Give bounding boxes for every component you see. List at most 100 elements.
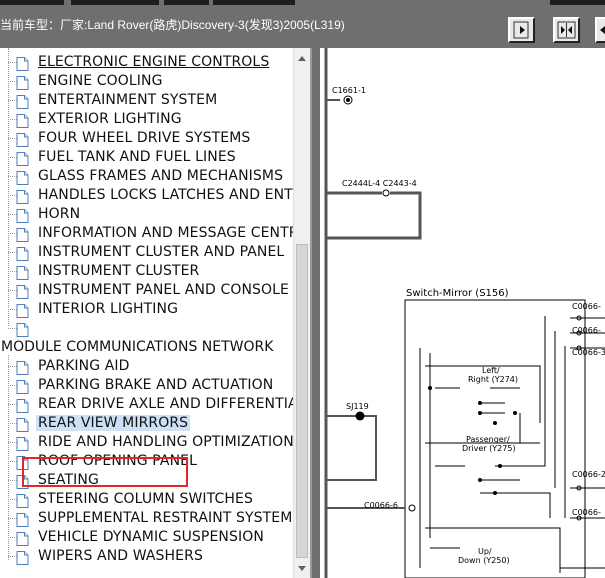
tree-item-label: HANDLES LOCKS LATCHES AND ENTRY — [38, 187, 293, 203]
tree-item-label: ELECTRONIC ENGINE CONTROLS — [38, 54, 270, 70]
expand-view-button[interactable] — [508, 17, 535, 43]
tree-item-label: INFORMATION AND MESSAGE CENTRE — [38, 225, 293, 241]
component-label: Down (Y250) — [458, 556, 510, 565]
tree-item[interactable]: ELECTRONIC ENGINE CONTROLS — [0, 53, 293, 72]
tree-item[interactable]: GLASS FRAMES AND MECHANISMS — [0, 167, 293, 186]
left-right-arrows-icon — [557, 21, 576, 39]
tree-item-label: PARKING BRAKE AND ACTUATION — [38, 377, 274, 393]
tree-item[interactable]: ENTERTAINMENT SYSTEM — [0, 91, 293, 110]
wiring-diagram-drawing — [324, 48, 605, 578]
tree-item[interactable]: HORN — [0, 205, 293, 224]
tree-item[interactable]: PARKING AID — [0, 357, 293, 376]
component-label: Passenger/ — [466, 435, 510, 444]
component-label: Switch-Mirror (S156) — [406, 288, 509, 299]
tree-item[interactable]: SUPPLEMENTAL RESTRAINT SYSTEM — [0, 509, 293, 528]
document-icon — [16, 94, 29, 109]
tree-item[interactable]: EXTERIOR LIGHTING — [0, 110, 293, 129]
collapse-view-button[interactable] — [595, 17, 605, 43]
tree-item-label: ENGINE COOLING — [38, 73, 163, 89]
tree-item-label: WIPERS AND WASHERS — [38, 548, 203, 564]
tree-item[interactable] — [0, 319, 293, 338]
tree-item[interactable]: INSTRUMENT CLUSTER AND PANEL — [0, 243, 293, 262]
document-icon — [16, 113, 29, 128]
tree-item-label: HORN — [38, 206, 81, 222]
chevron-up-icon — [298, 56, 306, 61]
document-icon — [16, 132, 29, 147]
document-icon — [16, 417, 29, 432]
document-icon — [16, 379, 29, 394]
tree-item-label: PARKING AID — [38, 358, 130, 374]
component-label: Driver (Y275) — [462, 444, 516, 453]
connector-label: C2444L-4 C2443-4 — [342, 179, 417, 188]
pane-splitter[interactable] — [310, 48, 320, 578]
tree-item[interactable]: RIDE AND HANDLING OPTIMIZATION — [0, 433, 293, 452]
tree-item[interactable]: INSTRUMENT CLUSTER — [0, 262, 293, 281]
selection-highlight-box — [22, 457, 188, 487]
tree-item[interactable]: VEHICLE DYNAMIC SUSPENSION — [0, 528, 293, 547]
tree-item[interactable]: WIPERS AND WASHERS — [0, 547, 293, 566]
component-label: Right (Y274) — [468, 375, 519, 384]
wiring-diagram[interactable]: C1661-1 C2444L-4 C2443-4 Switch-Mirror (… — [320, 48, 605, 578]
document-icon — [16, 512, 29, 527]
tree-item[interactable]: ENGINE COOLING — [0, 72, 293, 91]
tree-item-label: REAR DRIVE AXLE AND DIFFERENTIAL — [38, 396, 293, 412]
tree-group-label: MODULE COMMUNICATIONS NETWORK — [1, 339, 274, 355]
tree-item[interactable]: REAR VIEW MIRRORS — [0, 414, 293, 433]
tree-item-label: INSTRUMENT CLUSTER AND PANEL — [38, 244, 285, 260]
tree-item-label: STEERING COLUMN SWITCHES — [38, 491, 253, 507]
tree-item[interactable]: INTERIOR LIGHTING — [0, 300, 293, 319]
scroll-down-arrow[interactable] — [294, 560, 310, 577]
tree-item[interactable]: PARKING BRAKE AND ACTUATION — [0, 376, 293, 395]
tree-item-label: ENTERTAINMENT SYSTEM — [38, 92, 218, 108]
tree-item-label: FOUR WHEEL DRIVE SYSTEMS — [38, 130, 251, 146]
connector-label: C0066-3 — [572, 348, 605, 357]
document-icon — [16, 56, 29, 71]
document-icon — [16, 303, 29, 318]
document-icon — [16, 550, 29, 565]
scroll-up-arrow[interactable] — [294, 50, 310, 67]
split-view-button[interactable] — [553, 17, 580, 43]
tree-item-label: SUPPLEMENTAL RESTRAINT SYSTEM — [38, 510, 293, 526]
tree-scrollbar[interactable] — [293, 48, 310, 578]
tree-item[interactable]: FUEL TANK AND FUEL LINES — [0, 148, 293, 167]
document-icon — [16, 265, 29, 280]
connector-label: C0066-6 — [364, 501, 398, 510]
tree-item-label: RIDE AND HANDLING OPTIMIZATION — [38, 434, 293, 450]
top-tab[interactable] — [213, 0, 295, 5]
tree-item-label: GLASS FRAMES AND MECHANISMS — [38, 168, 284, 184]
tree-item[interactable]: STEERING COLUMN SWITCHES — [0, 490, 293, 509]
tree-item-label: REAR VIEW MIRRORS — [36, 415, 191, 431]
tree-group-module-communications[interactable]: MODULE COMMUNICATIONS NETWORK — [0, 338, 293, 357]
document-icon — [16, 189, 29, 204]
right-arrow-icon — [513, 21, 529, 39]
tree-item[interactable]: INSTRUMENT PANEL AND CONSOLE — [0, 281, 293, 300]
top-toolbar: 当前车型：厂家:Land Rover(路虎)Discovery-3(发现3)20… — [0, 0, 605, 48]
connector-label: C0066- — [572, 302, 601, 311]
tree-item-label: EXTERIOR LIGHTING — [38, 111, 182, 127]
scroll-thumb[interactable] — [296, 244, 308, 558]
top-tab[interactable] — [71, 0, 159, 5]
chevron-down-icon — [298, 566, 306, 571]
tree-item[interactable]: INFORMATION AND MESSAGE CENTRE — [0, 224, 293, 243]
tree-item-label: VEHICLE DYNAMIC SUSPENSION — [38, 529, 264, 545]
top-tab[interactable] — [550, 0, 605, 5]
document-icon — [16, 322, 29, 337]
top-tab[interactable] — [0, 0, 64, 5]
document-icon — [16, 75, 29, 90]
tree-view: ELECTRONIC ENGINE CONTROLS ENGINE COOLING… — [0, 48, 293, 578]
top-tab[interactable] — [164, 0, 209, 5]
connector-label: C0066- — [572, 326, 601, 335]
component-label: Left/ — [482, 366, 500, 375]
tree-item[interactable]: REAR DRIVE AXLE AND DIFFERENTIAL — [0, 395, 293, 414]
document-icon — [16, 227, 29, 242]
document-icon — [16, 284, 29, 299]
tree-item-label: INTERIOR LIGHTING — [38, 301, 179, 317]
tree-item-label: FUEL TANK AND FUEL LINES — [38, 149, 236, 165]
tree-item[interactable]: FOUR WHEEL DRIVE SYSTEMS — [0, 129, 293, 148]
tree-item[interactable]: HANDLES LOCKS LATCHES AND ENTRY — [0, 186, 293, 205]
document-icon — [16, 208, 29, 223]
document-icon — [16, 436, 29, 451]
component-label: Up/ — [478, 547, 492, 556]
tree-item-label: INSTRUMENT CLUSTER — [38, 263, 200, 279]
document-icon — [16, 531, 29, 546]
